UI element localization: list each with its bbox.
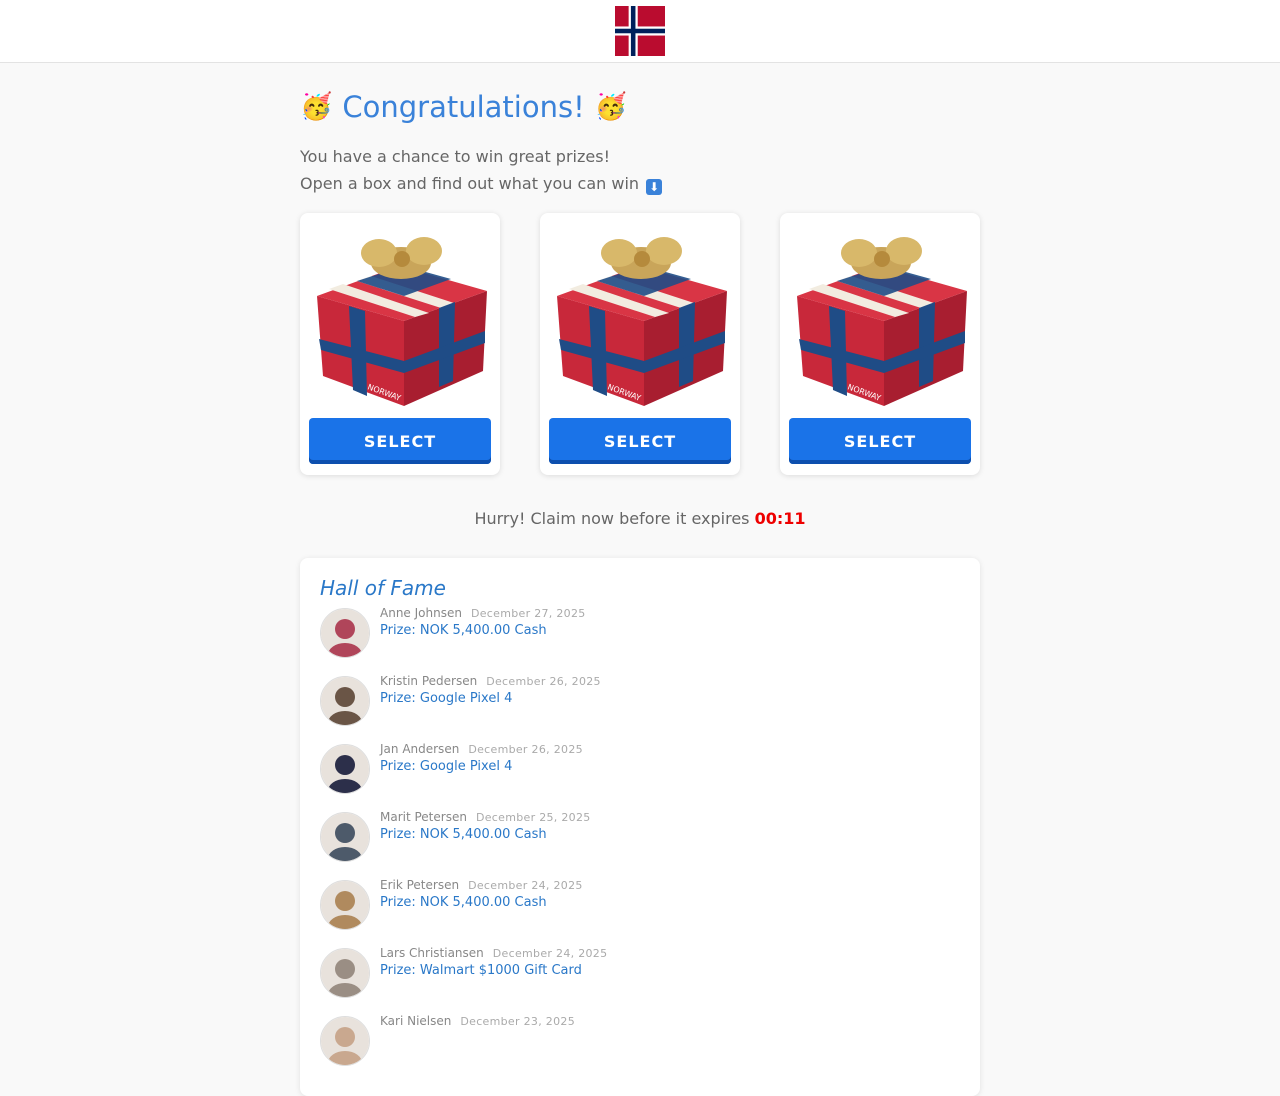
winner-name: Marit Petersen xyxy=(380,810,467,824)
norway-flag-icon xyxy=(615,6,665,56)
avatar xyxy=(320,948,370,998)
winner-name: Jan Andersen xyxy=(380,742,460,756)
gift-box-icon: NORWAY xyxy=(557,237,727,406)
avatar-head xyxy=(335,823,355,843)
winner-prize: Prize: Google Pixel 4 xyxy=(380,759,513,774)
winner-name: Kristin Pedersen xyxy=(380,674,478,688)
winner-name: Erik Petersen xyxy=(380,878,460,892)
hall-of-fame-panel: Hall of Fame Anne Johnsen December 27, 20… xyxy=(300,558,980,1096)
list-item: Marit Petersen December 25, 2025 Prize: NO… xyxy=(320,810,960,878)
winner-date: December 23, 2025 xyxy=(460,1015,575,1028)
list-item: Anne Johnsen December 27, 2025 Prize: NOK … xyxy=(320,606,960,674)
down-arrow-icon: ⬇ xyxy=(646,179,663,195)
countdown-value: 00:11 xyxy=(754,509,806,528)
winner-info: Lars Christiansen December 24, 2025 Prize:… xyxy=(380,946,607,978)
subtitle-line-1: You have a chance to win great prizes! xyxy=(300,147,610,166)
avatar xyxy=(320,744,370,794)
winner-prize: Prize: NOK 5,400.00 Cash xyxy=(380,827,547,842)
avatar xyxy=(320,880,370,930)
gift-box-card[interactable]: NORWAY SELECT xyxy=(300,213,500,475)
avatar-head xyxy=(335,959,355,979)
party-face-icon: 🥳 xyxy=(300,92,333,122)
winner-date: December 24, 2025 xyxy=(468,879,583,892)
list-item: Kristin Pedersen December 26, 2025 Prize: … xyxy=(320,674,960,742)
list-item: Kari Nielsen December 23, 2025 xyxy=(320,1014,960,1082)
list-item: Lars Christiansen December 24, 2025 Prize:… xyxy=(320,946,960,1014)
winner-prize: Prize: Walmart $1000 Gift Card xyxy=(380,963,582,978)
avatar-icon xyxy=(321,745,369,793)
avatar-icon xyxy=(321,881,369,929)
winner-date: December 24, 2025 xyxy=(492,947,608,960)
main-content: 🥳 Congratulations! 🥳 You have a chance t… xyxy=(300,63,980,1096)
winner-prize: Prize: NOK 5,400.00 Cash xyxy=(380,623,547,638)
avatar-head xyxy=(335,687,355,707)
winners-list: Anne Johnsen December 27, 2025 Prize: NOK … xyxy=(320,606,960,1082)
avatar-icon xyxy=(321,677,369,725)
subtitle: You have a chance to win great prizes! O… xyxy=(300,143,980,197)
winner-info: Anne Johnsen December 27, 2025 Prize: NOK … xyxy=(380,606,586,638)
title-text: Congratulations! xyxy=(342,90,585,124)
winner-prize: Prize: Google Pixel 4 xyxy=(380,691,513,706)
party-face-icon: 🥳 xyxy=(594,92,628,122)
gift-box-icon: NORWAY xyxy=(797,237,967,406)
winner-prize: Prize: NOK 5,400.00 Cash xyxy=(380,895,547,910)
gift-box-card[interactable]: NORWAY SELECT xyxy=(540,213,740,475)
select-box-3-button[interactable]: SELECT xyxy=(789,418,971,464)
subtitle-line-2: Open a box and find out what you can win… xyxy=(300,170,980,197)
avatar-icon xyxy=(321,813,369,861)
avatar xyxy=(320,608,370,658)
top-bar xyxy=(0,0,1280,63)
winner-date: December 27, 2025 xyxy=(470,607,586,620)
avatar-icon xyxy=(321,609,369,657)
avatar-head xyxy=(335,619,355,639)
page-title: 🥳 Congratulations! 🥳 xyxy=(300,85,980,129)
avatar-head xyxy=(335,891,355,911)
avatar-head xyxy=(335,1027,355,1047)
winner-info: Kristin Pedersen December 26, 2025 Prize: … xyxy=(380,674,601,706)
winner-info: Erik Petersen December 24, 2025 Prize: NOK… xyxy=(380,878,583,910)
winner-date: December 26, 2025 xyxy=(468,743,583,756)
avatar xyxy=(320,676,370,726)
gift-box-row: NORWAY SELECT NORWAY SELECT NORWAY SELEC… xyxy=(300,213,980,475)
winner-name: Lars Christiansen xyxy=(380,946,484,960)
avatar-icon xyxy=(321,1017,369,1065)
gift-box-icon: NORWAY xyxy=(317,237,487,406)
winner-date: December 25, 2025 xyxy=(475,811,591,824)
avatar-head xyxy=(335,755,355,775)
hall-of-fame-title: Hall of Fame xyxy=(320,576,446,600)
winner-info: Jan Andersen December 26, 2025 Prize: Goog… xyxy=(380,742,583,774)
winner-name: Kari Nielsen xyxy=(380,1014,452,1028)
list-item: Jan Andersen December 26, 2025 Prize: Goog… xyxy=(320,742,960,810)
gift-box-card[interactable]: NORWAY SELECT xyxy=(780,213,980,475)
winner-info: Kari Nielsen December 23, 2025 xyxy=(380,1014,575,1031)
timer-text: Hurry! Claim now before it expires xyxy=(474,509,750,528)
select-box-2-button[interactable]: SELECT xyxy=(549,418,731,464)
list-item: Erik Petersen December 24, 2025 Prize: NOK… xyxy=(320,878,960,946)
avatar xyxy=(320,812,370,862)
avatar-icon xyxy=(321,949,369,997)
select-box-1-button[interactable]: SELECT xyxy=(309,418,491,464)
winner-name: Anne Johnsen xyxy=(380,606,462,620)
winner-info: Marit Petersen December 25, 2025 Prize: NO… xyxy=(380,810,591,842)
expiry-timer: Hurry! Claim now before it expires 00:11 xyxy=(300,509,980,528)
winner-date: December 26, 2025 xyxy=(486,675,601,688)
